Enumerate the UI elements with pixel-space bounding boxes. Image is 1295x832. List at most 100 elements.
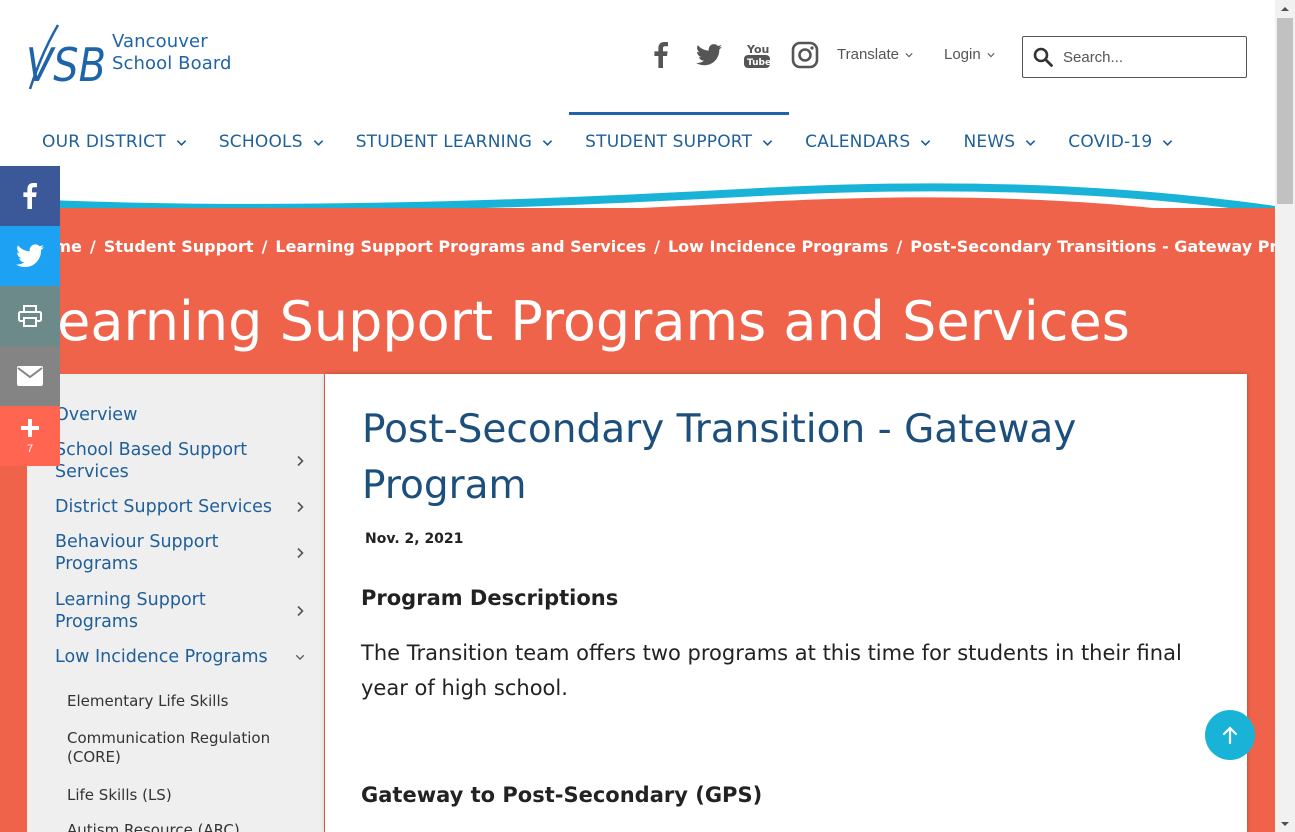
sidebar-item-label: District Support Services bbox=[55, 497, 272, 517]
sidebar-subitem-core[interactable]: Communication Regulation (CORE) bbox=[67, 729, 297, 767]
sidebar-subitem-life-skills[interactable]: Life Skills (LS) bbox=[67, 786, 297, 805]
nav-label: NEWS bbox=[963, 132, 1016, 152]
chevron-down-icon bbox=[542, 139, 553, 146]
nav-news[interactable]: NEWS bbox=[947, 112, 1052, 172]
instagram-icon[interactable] bbox=[788, 38, 822, 72]
chevron-down-icon bbox=[762, 139, 773, 146]
nav-calendars[interactable]: CALENDARS bbox=[789, 112, 947, 172]
sidebar-item-label: Behaviour Support Programs bbox=[55, 532, 219, 574]
scrollbar[interactable] bbox=[1275, 0, 1295, 832]
sidebar-item-label: Low Incidence Programs bbox=[55, 647, 268, 667]
facebook-icon bbox=[23, 183, 37, 209]
sidebar-subitem-elementary-life-skills[interactable]: Elementary Life Skills bbox=[67, 692, 297, 711]
breadcrumb-learning-support[interactable]: Learning Support Programs and Services bbox=[275, 237, 646, 256]
nav-covid-19[interactable]: COVID-19 bbox=[1052, 112, 1189, 172]
heading-program-descriptions: Program Descriptions bbox=[361, 586, 619, 610]
svg-text:Tube: Tube bbox=[747, 58, 771, 68]
arrow-up-icon bbox=[1222, 726, 1238, 745]
share-print-button[interactable] bbox=[0, 286, 60, 346]
breadcrumb-separator: / bbox=[896, 237, 903, 256]
sidebar-nav: Overview School Based Support Services D… bbox=[27, 374, 324, 832]
share-twitter-button[interactable] bbox=[0, 226, 60, 286]
sidebar-item-low-incidence[interactable]: Low Incidence Programs bbox=[55, 646, 305, 668]
nav-schools[interactable]: SCHOOLS bbox=[203, 112, 340, 172]
share-count: 7 bbox=[26, 443, 34, 455]
page-title: Post-Secondary Transition - Gateway Prog… bbox=[362, 407, 1077, 508]
scroll-down-arrow[interactable] bbox=[1275, 815, 1295, 832]
chevron-right-icon[interactable] bbox=[295, 605, 305, 617]
sidebar-item-overview[interactable]: Overview bbox=[55, 404, 305, 426]
search-icon[interactable] bbox=[1033, 47, 1053, 67]
chevron-right-icon[interactable] bbox=[295, 547, 305, 559]
nav-label: COVID-19 bbox=[1068, 132, 1153, 152]
breadcrumb-low-incidence[interactable]: Low Incidence Programs bbox=[668, 237, 888, 256]
sidebar-item-school-based[interactable]: School Based Support Services bbox=[55, 439, 305, 483]
email-icon bbox=[17, 366, 43, 386]
share-rail: 7 bbox=[0, 166, 60, 466]
sidebar-item-behaviour-support[interactable]: Behaviour Support Programs bbox=[55, 531, 305, 575]
share-facebook-button[interactable] bbox=[0, 166, 60, 226]
chevron-down-icon bbox=[1026, 139, 1036, 146]
vsb-logo[interactable]: VSB Vancouver School Board bbox=[24, 18, 254, 98]
twitter-icon bbox=[16, 244, 44, 268]
back-to-top-button[interactable] bbox=[1205, 710, 1255, 760]
chevron-right-icon[interactable] bbox=[295, 455, 305, 467]
social-links: You Tube bbox=[644, 38, 822, 72]
heading-gps: Gateway to Post-Secondary (GPS) bbox=[361, 783, 763, 807]
breadcrumb-separator: / bbox=[261, 237, 268, 256]
twitter-icon[interactable] bbox=[692, 38, 726, 72]
translate-dropdown[interactable]: Translate bbox=[837, 46, 913, 63]
share-more-button[interactable]: 7 bbox=[0, 406, 60, 466]
search-box bbox=[1022, 36, 1247, 78]
chevron-down-icon bbox=[987, 52, 995, 57]
chevron-down-icon[interactable] bbox=[295, 651, 305, 663]
breadcrumb-separator: / bbox=[654, 237, 660, 256]
breadcrumb: Home / Student Support / Learning Suppor… bbox=[30, 237, 1295, 256]
main-nav: OUR DISTRICT SCHOOLS STUDENT LEARNING ST… bbox=[26, 112, 1189, 172]
plus-icon bbox=[21, 419, 39, 437]
chevron-down-icon bbox=[1163, 139, 1173, 146]
translate-label: Translate bbox=[837, 46, 899, 63]
sidebar-item-label: School Based Support Services bbox=[55, 440, 248, 482]
main-content: Post-Secondary Transition - Gateway Prog… bbox=[325, 374, 1247, 832]
nav-student-support[interactable]: STUDENT SUPPORT bbox=[569, 112, 790, 172]
logo-line-2: School Board bbox=[112, 53, 232, 74]
chevron-down-icon bbox=[921, 139, 931, 146]
nav-label: SCHOOLS bbox=[218, 132, 303, 152]
nav-label: OUR DISTRICT bbox=[42, 132, 166, 152]
sidebar-item-label: Overview bbox=[55, 405, 138, 425]
search-input[interactable] bbox=[1063, 48, 1233, 66]
youtube-icon[interactable]: You Tube bbox=[740, 38, 774, 72]
breadcrumb-current: Post-Secondary Transitions - Gateway Pro… bbox=[910, 237, 1295, 256]
logo-line-1: Vancouver bbox=[112, 31, 208, 52]
facebook-icon[interactable] bbox=[644, 38, 678, 72]
login-label: Login bbox=[944, 46, 981, 63]
nav-label: STUDENT LEARNING bbox=[355, 132, 533, 152]
share-email-button[interactable] bbox=[0, 346, 60, 406]
breadcrumb-separator: / bbox=[89, 237, 96, 256]
nav-student-learning[interactable]: STUDENT LEARNING bbox=[340, 112, 569, 172]
sidebar-item-district-support[interactable]: District Support Services bbox=[55, 496, 305, 518]
scrollbar-thumb[interactable] bbox=[1277, 18, 1293, 204]
chevron-right-icon[interactable] bbox=[295, 501, 305, 513]
breadcrumb-student-support[interactable]: Student Support bbox=[104, 237, 254, 256]
post-date: Nov. 2, 2021 bbox=[365, 531, 464, 547]
section-title: Learning Support Programs and Services bbox=[28, 290, 1130, 353]
nav-label: STUDENT SUPPORT bbox=[585, 132, 753, 152]
scroll-up-arrow[interactable] bbox=[1275, 0, 1295, 17]
chevron-down-icon bbox=[313, 139, 323, 146]
intro-paragraph: The Transition team offers two programs … bbox=[361, 641, 1182, 700]
chevron-down-icon bbox=[176, 139, 187, 146]
sidebar-subitem-autism-resource[interactable]: Autism Resource (ARC) bbox=[67, 821, 297, 832]
chevron-down-icon bbox=[905, 52, 913, 57]
login-dropdown[interactable]: Login bbox=[944, 46, 995, 63]
print-icon bbox=[18, 305, 42, 327]
nav-our-district[interactable]: OUR DISTRICT bbox=[26, 112, 203, 172]
nav-label: CALENDARS bbox=[805, 132, 911, 152]
svg-text:You: You bbox=[746, 43, 769, 56]
site-header: VSB Vancouver School Board You Tube Tran… bbox=[0, 0, 1275, 190]
sidebar-item-learning-support[interactable]: Learning Support Programs bbox=[55, 589, 305, 633]
sidebar-item-label: Learning Support Programs bbox=[55, 590, 206, 632]
logo-text: Vancouver School Board bbox=[112, 31, 232, 75]
vsb-logo-mark: VSB bbox=[26, 24, 106, 92]
